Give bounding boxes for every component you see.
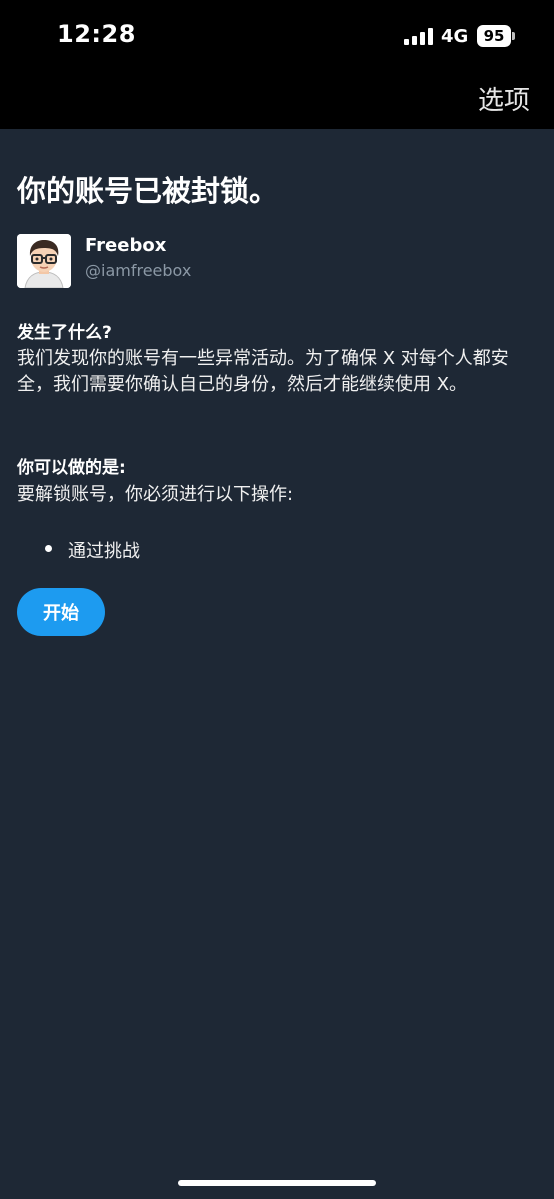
- home-indicator[interactable]: [178, 1180, 376, 1186]
- bullet-icon: [45, 545, 52, 552]
- what-you-can-do-text: 要解锁账号，你必须进行以下操作:: [17, 484, 294, 505]
- avatar: [17, 234, 71, 288]
- battery-tip: [512, 32, 515, 40]
- status-time: 12:28: [57, 20, 136, 48]
- start-button[interactable]: 开始: [17, 588, 105, 636]
- account-handle: @iamfreebox: [85, 261, 192, 280]
- options-button[interactable]: 选项: [478, 80, 530, 117]
- cellular-signal-icon: [404, 28, 434, 45]
- account-name: Freebox: [85, 235, 167, 256]
- list-item: 通过挑战: [68, 541, 140, 562]
- what-you-can-do-heading: 你可以做的是:: [17, 458, 126, 478]
- what-happened-heading: 发生了什么?: [17, 323, 112, 343]
- network-type: 4G: [441, 26, 469, 47]
- battery-icon: 95: [477, 25, 511, 47]
- page-title: 你的账号已被封锁。: [17, 174, 279, 208]
- cartoon-avatar-icon: [17, 234, 71, 288]
- top-bar: 12:28 4G 95 选项: [0, 0, 554, 129]
- what-happened-text: 我们发现你的账号有一些异常活动。为了确保 X 对每个人都安全，我们需要你确认自己…: [17, 348, 509, 395]
